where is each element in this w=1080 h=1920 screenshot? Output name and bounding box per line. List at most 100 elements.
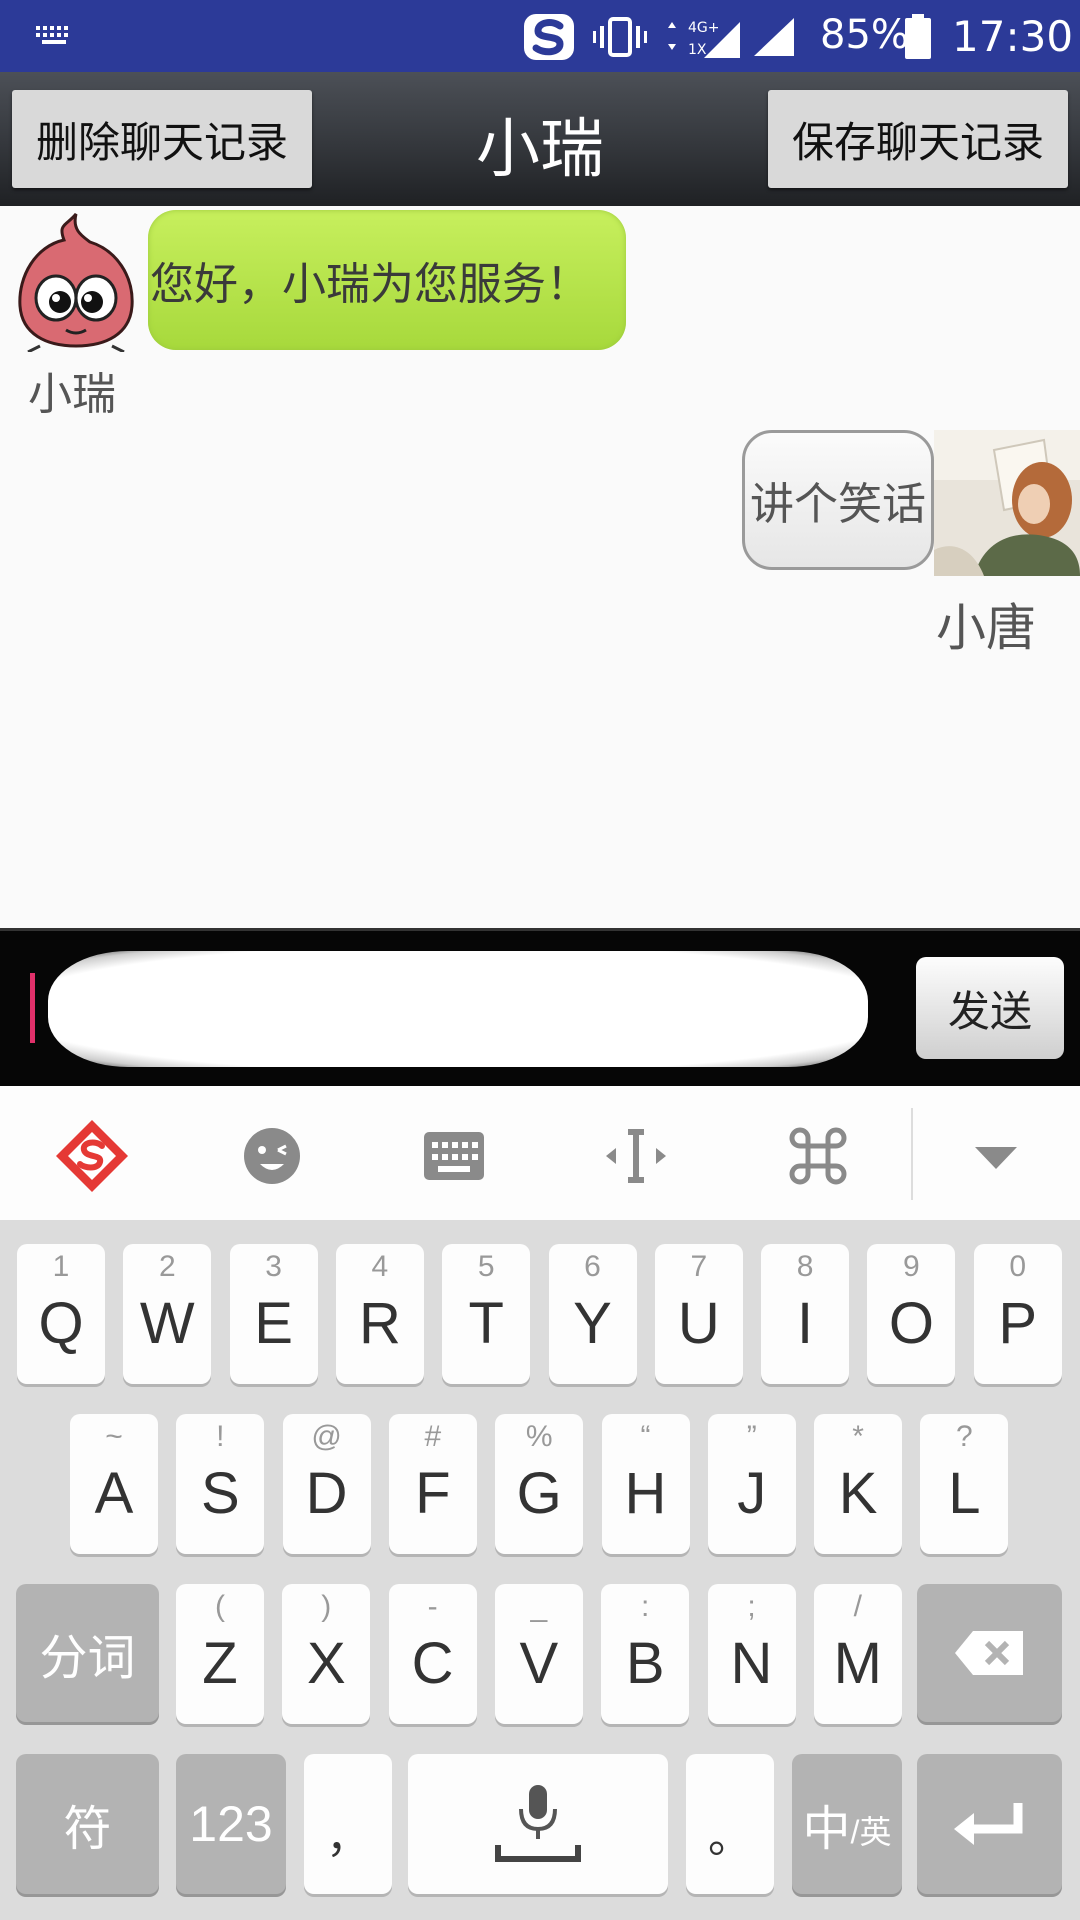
key-b[interactable]: :B xyxy=(601,1584,690,1724)
key-label: O xyxy=(888,1290,934,1356)
key-label: S xyxy=(200,1460,240,1526)
key-a[interactable]: ~ A xyxy=(70,1414,158,1554)
enter-icon xyxy=(953,1803,1022,1845)
number-key[interactable]: 123 xyxy=(176,1754,286,1894)
text-cursor xyxy=(30,973,35,1043)
key-k[interactable]: * K xyxy=(814,1414,903,1554)
battery-percent: 85% xyxy=(820,12,909,58)
key-y[interactable]: 6Y xyxy=(548,1244,637,1384)
key-hint-label: 3 xyxy=(265,1250,282,1283)
key-label: U xyxy=(677,1290,720,1356)
emoji-icon[interactable] xyxy=(232,1116,312,1196)
comma-key[interactable]: ， xyxy=(304,1754,392,1894)
key-hint-label: 7 xyxy=(690,1250,708,1283)
key-g[interactable]: % G xyxy=(495,1414,584,1554)
status-bar: 4G+ 1X 85% 17:30 xyxy=(0,0,1080,72)
key-hint-label: _ xyxy=(530,1590,548,1623)
space-key[interactable] xyxy=(408,1754,668,1894)
key-hint-label: - xyxy=(427,1590,438,1623)
key-label: Q xyxy=(38,1290,84,1356)
key-hint-label: 5 xyxy=(477,1250,495,1283)
key-o[interactable]: 9O xyxy=(867,1244,956,1384)
title-bar: 删除聊天记录 小瑞 保存聊天记录 xyxy=(0,72,1080,206)
key-label: A xyxy=(94,1460,134,1526)
key-label: F xyxy=(415,1460,451,1526)
key-label: I xyxy=(797,1290,814,1356)
vibrate-icon xyxy=(593,17,647,57)
split-word-key[interactable]: 分词 xyxy=(16,1584,159,1722)
key-label: H xyxy=(624,1460,667,1526)
user-avatar xyxy=(934,430,1080,576)
key-label: Z xyxy=(202,1630,238,1696)
key-hint-label: 0 xyxy=(1009,1250,1027,1283)
key-hint-label: ” xyxy=(746,1420,757,1453)
key-hint-label: : xyxy=(641,1590,650,1623)
save-chat-history-button[interactable]: 保存聊天记录 xyxy=(768,90,1068,188)
key-hint-label: 4 xyxy=(371,1250,389,1283)
key-hint-label: ; xyxy=(747,1590,756,1623)
key-t[interactable]: 5T xyxy=(442,1244,531,1384)
period-key[interactable]: 。 xyxy=(686,1754,774,1894)
user-message-bubble[interactable]: 讲个笑话 xyxy=(742,430,934,570)
key-label: N xyxy=(730,1630,773,1696)
key-h[interactable]: “H xyxy=(601,1414,690,1554)
bot-avatar xyxy=(18,213,134,352)
soft-keyboard: 1Q2W3E4R5T6Y7U8I9O0P ~ A! S @ D # F% G “H” J * K? L … xyxy=(0,1220,1080,1920)
key-s[interactable]: ! S xyxy=(176,1414,265,1554)
key-label: J xyxy=(737,1460,767,1526)
key-hint-label: ( xyxy=(215,1590,225,1623)
key-hint-label: 6 xyxy=(584,1250,601,1283)
chat-area[interactable]: 您好，小瑞为您服务！ 小瑞 讲个笑话 小唐 xyxy=(0,206,1080,928)
key-label: C xyxy=(411,1630,454,1696)
microphone-icon xyxy=(495,1785,581,1862)
command-icon[interactable] xyxy=(778,1116,858,1196)
key-hint-label: 8 xyxy=(796,1250,814,1283)
battery-icon xyxy=(905,14,931,59)
key-hint-label: 1 xyxy=(52,1250,70,1283)
send-button[interactable]: 发送 xyxy=(916,957,1064,1059)
backspace-icon xyxy=(954,1631,1023,1675)
clock: 17:30 xyxy=(952,12,1074,61)
key-d[interactable]: @ D xyxy=(282,1414,371,1554)
key-z[interactable]: (Z xyxy=(176,1584,264,1724)
key-w[interactable]: 2W xyxy=(123,1244,212,1384)
key-label: W xyxy=(139,1290,195,1356)
language-switch-key[interactable]: 中/英 xyxy=(792,1754,902,1894)
key-label: B xyxy=(625,1630,665,1696)
user-name-label: 小唐 xyxy=(936,599,1036,657)
key-n[interactable]: ; N xyxy=(707,1584,796,1724)
key-label: K xyxy=(838,1460,878,1526)
key-v[interactable]: _ V xyxy=(494,1584,583,1724)
key-label: L xyxy=(948,1460,981,1526)
svg-text:4G+: 4G+ xyxy=(688,20,720,36)
collapse-icon[interactable] xyxy=(956,1116,1036,1196)
key-m[interactable]: / M xyxy=(813,1584,902,1724)
key-r[interactable]: 4R xyxy=(335,1244,424,1384)
key-label: Y xyxy=(573,1290,612,1356)
symbol-key[interactable]: 符 xyxy=(16,1754,159,1894)
key-hint-label: % xyxy=(525,1420,553,1453)
key-j[interactable]: ” J xyxy=(707,1414,796,1554)
key-hint-label: # xyxy=(424,1420,442,1453)
backspace-key[interactable] xyxy=(917,1584,1062,1722)
sogou-logo-icon[interactable] xyxy=(52,1116,132,1196)
key-x[interactable]: ) X xyxy=(282,1584,371,1724)
bot-message-bubble[interactable]: 您好，小瑞为您服务！ xyxy=(148,210,626,350)
key-hint-label: ? xyxy=(956,1420,973,1453)
key-i[interactable]: 8I xyxy=(761,1244,850,1384)
key-label: P xyxy=(998,1290,1038,1356)
key-l[interactable]: ? L xyxy=(920,1414,1009,1554)
cursor-move-icon[interactable] xyxy=(596,1116,676,1196)
key-e[interactable]: 3E xyxy=(229,1244,318,1384)
key-u[interactable]: 7U xyxy=(654,1244,743,1384)
key-c[interactable]: -C xyxy=(388,1584,477,1724)
toolbar-divider xyxy=(911,1108,913,1200)
message-input[interactable] xyxy=(48,951,868,1067)
enter-key[interactable] xyxy=(917,1754,1062,1894)
key-q[interactable]: 1Q xyxy=(17,1244,105,1384)
key-p[interactable]: 0P xyxy=(973,1244,1062,1384)
key-f[interactable]: # F xyxy=(388,1414,477,1554)
keyboard-icon[interactable] xyxy=(414,1116,494,1196)
bot-name-label: 小瑞 xyxy=(28,369,116,420)
key-label: V xyxy=(519,1630,559,1696)
